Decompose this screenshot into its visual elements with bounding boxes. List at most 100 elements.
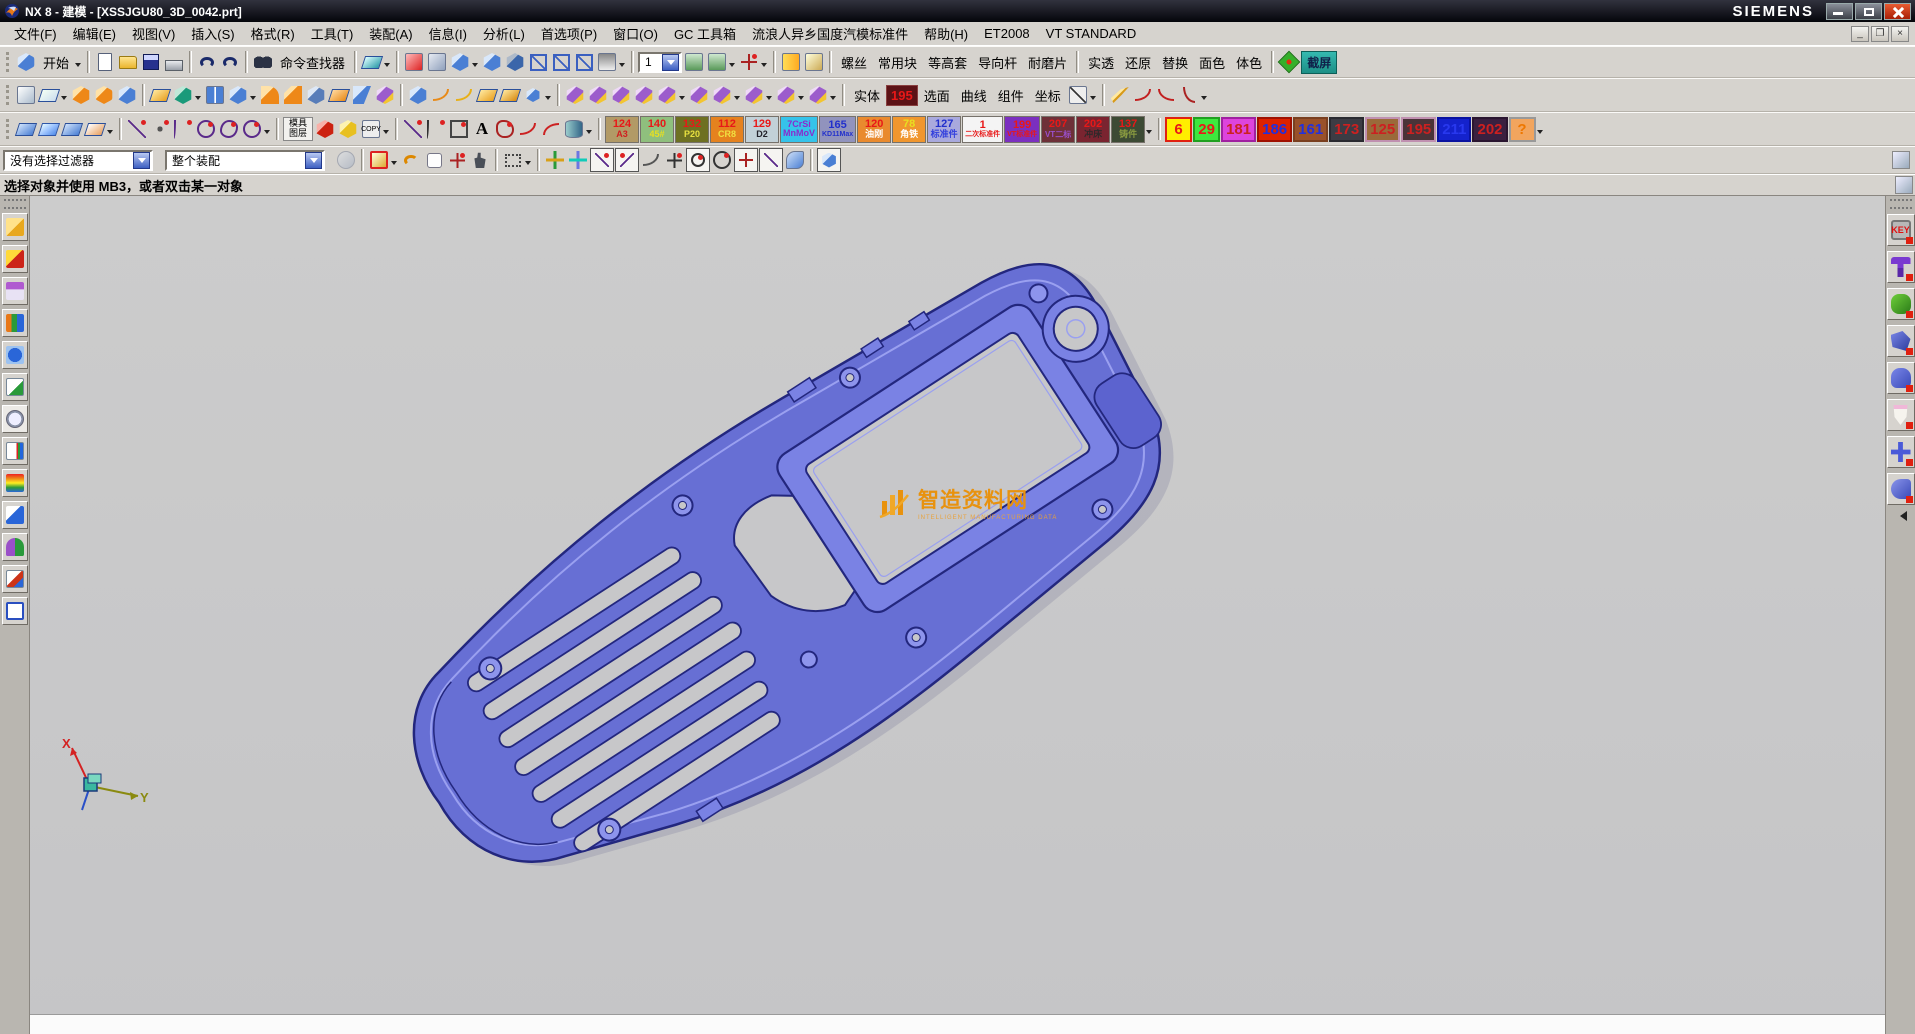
- snap-face-button[interactable]: [784, 149, 806, 171]
- menu-et2008[interactable]: ET2008: [976, 24, 1038, 43]
- pattern-face-button[interactable]: [743, 84, 765, 106]
- shaded-view-button[interactable]: [481, 51, 503, 73]
- highlight-selection-button[interactable]: [368, 149, 390, 171]
- show-hide-button[interactable]: [1067, 84, 1089, 106]
- phone-cover-3d-model[interactable]: [30, 196, 1885, 1034]
- scene-editor-button[interactable]: [2, 501, 28, 529]
- material-button-p20[interactable]: 132P20: [675, 116, 709, 143]
- shaded-with-edges-button[interactable]: [449, 51, 471, 73]
- palette-ejector-pin-button[interactable]: [1887, 399, 1915, 431]
- menu-format[interactable]: 格式(R): [243, 22, 303, 45]
- replace-button[interactable]: 替换: [1157, 51, 1193, 74]
- chevron-down-icon[interactable]: [586, 130, 592, 137]
- swept-button[interactable]: [15, 118, 37, 140]
- pattern-feature-button[interactable]: [204, 84, 226, 106]
- layer-button-173[interactable]: 173: [1329, 117, 1364, 142]
- workpiece-solid-button[interactable]: [337, 118, 359, 140]
- open-file-button[interactable]: [117, 51, 139, 73]
- material-button-oil-steel[interactable]: 120油刚: [857, 116, 891, 143]
- internet-explorer-button[interactable]: [2, 341, 28, 369]
- circle-button[interactable]: [195, 118, 217, 140]
- chevron-down-icon[interactable]: [525, 161, 531, 168]
- constraint-navigator-button[interactable]: [2, 245, 28, 273]
- trim-body-button[interactable]: [351, 84, 373, 106]
- chevron-down-icon[interactable]: [729, 63, 735, 70]
- menu-vt-standard[interactable]: VT STANDARD: [1038, 24, 1145, 43]
- studio-spline-button[interactable]: [494, 118, 516, 140]
- sketch-button[interactable]: [15, 84, 37, 106]
- menu-help[interactable]: 帮助(H): [916, 22, 976, 45]
- material-button-45[interactable]: 14045#: [640, 116, 674, 143]
- facet-view-button[interactable]: [573, 51, 595, 73]
- menu-assemblies[interactable]: 装配(A): [361, 22, 420, 45]
- material-button-kd11max[interactable]: 165KD11Max: [819, 116, 856, 143]
- rectangle-select-button[interactable]: [502, 149, 524, 171]
- join-curve-button[interactable]: [1155, 84, 1177, 106]
- quick-pick-button[interactable]: [423, 149, 445, 171]
- web-browser-button[interactable]: [2, 373, 28, 401]
- wireframe-view-button[interactable]: [527, 51, 549, 73]
- face-color-button[interactable]: 面色: [1194, 51, 1230, 74]
- copy-face-button[interactable]: [711, 84, 733, 106]
- chevron-down-icon[interactable]: [830, 96, 836, 103]
- line-button[interactable]: [126, 118, 148, 140]
- chevron-down-icon[interactable]: [264, 130, 270, 137]
- rectangle-button[interactable]: [448, 118, 470, 140]
- profile-button[interactable]: [402, 118, 424, 140]
- layer-button-6[interactable]: 6: [1165, 117, 1192, 142]
- chevron-down-icon[interactable]: [1146, 130, 1152, 137]
- n-sided-surface-button[interactable]: [61, 118, 83, 140]
- toolbar-drag-handle[interactable]: [6, 119, 11, 139]
- move-face-button[interactable]: [564, 84, 586, 106]
- toolbar-drag-handle[interactable]: [6, 85, 11, 105]
- chevron-down-icon[interactable]: [391, 161, 397, 168]
- solid-layer-badge[interactable]: 195: [886, 85, 918, 106]
- snap-endpoint-button[interactable]: [590, 148, 614, 172]
- roles-button[interactable]: [2, 533, 28, 561]
- chevron-down-icon[interactable]: [472, 63, 478, 70]
- part-navigator-button[interactable]: [2, 277, 28, 305]
- combo-arrow-icon[interactable]: [133, 152, 150, 169]
- chevron-down-icon[interactable]: [384, 63, 390, 70]
- redo-button[interactable]: [219, 51, 241, 73]
- menu-edit[interactable]: 编辑(E): [65, 22, 124, 45]
- extrude-button[interactable]: [70, 84, 92, 106]
- layer-button-125[interactable]: 125: [1365, 117, 1400, 142]
- system-materials-button[interactable]: [2, 437, 28, 465]
- chevron-down-icon[interactable]: [619, 63, 625, 70]
- tooling-wizard-button[interactable]: [1109, 84, 1131, 106]
- wcs-display-button[interactable]: [738, 51, 760, 73]
- sketch-arc-button[interactable]: [425, 118, 447, 140]
- material-button-a3[interactable]: 124A3: [605, 116, 639, 143]
- material-button-punch[interactable]: 202冲床: [1076, 116, 1110, 143]
- doc-close-button[interactable]: ×: [1891, 26, 1909, 42]
- layer-help-button[interactable]: ?: [1509, 117, 1536, 142]
- history-button[interactable]: [2, 405, 28, 433]
- material-button-secondary-standard[interactable]: 1二次标准件: [962, 116, 1003, 143]
- edit-object-display-button[interactable]: [803, 51, 825, 73]
- measure-distance-button[interactable]: [780, 51, 802, 73]
- snap-tangent-button[interactable]: [640, 149, 662, 171]
- draft-button[interactable]: [328, 84, 350, 106]
- point-button[interactable]: [149, 118, 171, 140]
- palette-key-part-button[interactable]: KEY: [1887, 214, 1915, 246]
- selection-filter-combo[interactable]: 没有选择过滤器: [3, 150, 153, 171]
- command-finder-button[interactable]: 命令查找器: [275, 51, 350, 74]
- menu-insert[interactable]: 插入(S): [183, 22, 242, 45]
- palette-insert-block-button[interactable]: [1887, 288, 1915, 320]
- linear-dimension-button[interactable]: [775, 84, 797, 106]
- curve-button[interactable]: 曲线: [956, 84, 992, 107]
- datum-csys-button[interactable]: [149, 84, 171, 106]
- save-button[interactable]: [140, 51, 162, 73]
- layer-button-195[interactable]: 195: [1401, 117, 1436, 142]
- dialog-gallery-button[interactable]: [2, 565, 28, 593]
- menu-information[interactable]: 信息(I): [421, 22, 475, 45]
- material-button-vt2[interactable]: 207VT二标: [1041, 116, 1075, 143]
- material-button-7crsi[interactable]: 7CrSiMnMoV: [780, 116, 818, 143]
- reverse-selection-button[interactable]: [400, 149, 422, 171]
- restore-button[interactable]: [1855, 3, 1882, 20]
- render-style-button[interactable]: [426, 51, 448, 73]
- selection-scope-combo[interactable]: 整个装配: [165, 150, 325, 171]
- shaded-cube-button[interactable]: [817, 148, 841, 172]
- layer-button-211[interactable]: 211: [1437, 117, 1471, 142]
